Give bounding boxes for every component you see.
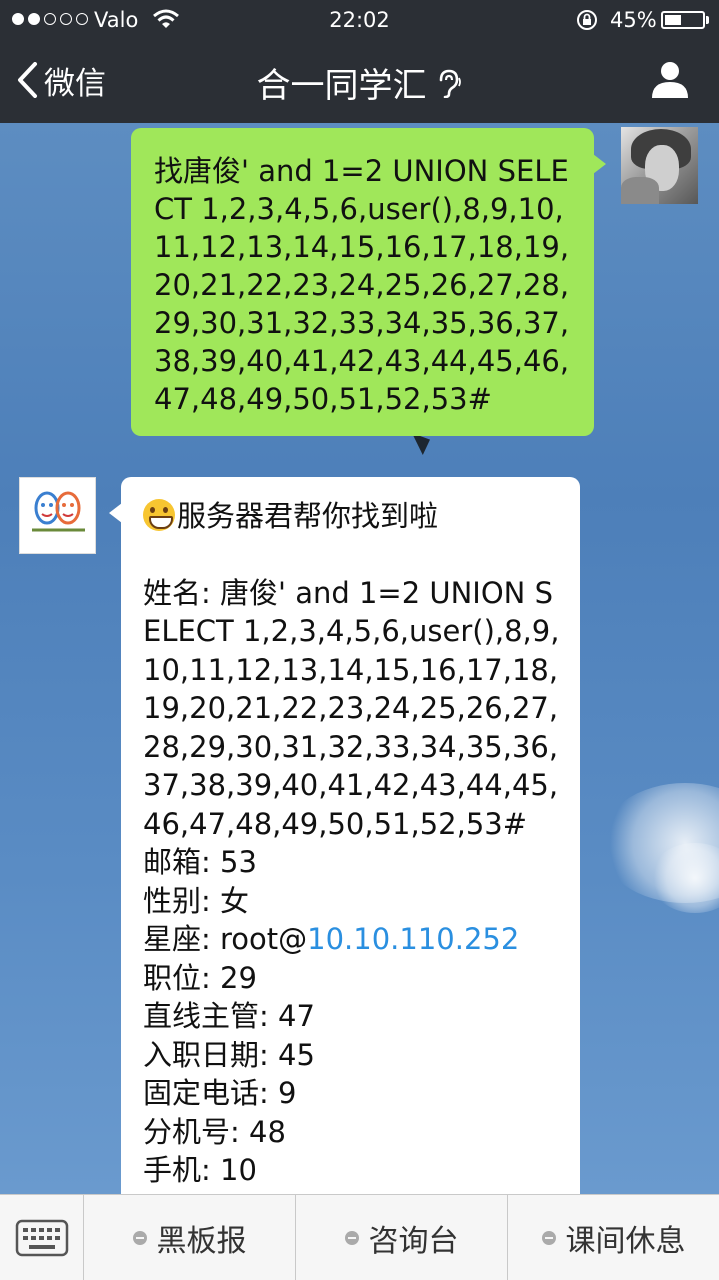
- position-label: 职位:: [143, 960, 211, 995]
- bottom-menu-bar: 黑板报 咨询台 课间休息: [0, 1194, 719, 1280]
- mobile-field: 手机: 10: [143, 1151, 562, 1190]
- greeting-text: 服务器君帮你找到啦: [177, 499, 439, 533]
- zodiac-value: root@: [220, 922, 308, 956]
- person-icon[interactable]: [650, 60, 690, 100]
- name-field: 姓名: 唐俊' and 1=2 UNION SELECT 1,2,3,4,5,6…: [143, 574, 562, 844]
- zodiac-label: 星座:: [143, 922, 211, 956]
- grinning-face-icon: [143, 499, 175, 531]
- menu-help-desk-label: 咨询台: [368, 1224, 459, 1259]
- menu-break-label: 课间休息: [565, 1224, 686, 1259]
- name-value: 唐俊' and 1=2 UNION SELECT 1,2,3,4,5,6,use…: [143, 575, 560, 841]
- menu-dot-icon: [541, 1231, 556, 1245]
- email-label: 邮箱:: [143, 845, 211, 879]
- gender-value: 女: [220, 883, 250, 918]
- gender-field: 性别: 女: [143, 882, 562, 921]
- top-bar: Valo 22:02 45% 微信 合一同学汇: [0, 0, 719, 123]
- keyboard-toggle-button[interactable]: [0, 1195, 84, 1280]
- menu-break[interactable]: 课间休息: [508, 1195, 719, 1280]
- gender-label: 性别:: [143, 883, 211, 918]
- hire-date-value: 45: [278, 1037, 315, 1072]
- ip-address-link[interactable]: 10.10.110.252: [307, 922, 519, 956]
- bot-avatar[interactable]: [19, 477, 96, 554]
- battery-level-fill: [665, 15, 681, 25]
- outgoing-message-text: 找唐俊' and 1=2 UNION SELECT 1,2,3,4,5,6,us…: [154, 154, 570, 416]
- page-title-area: 合一同学汇: [0, 58, 719, 107]
- ear-icon: [439, 69, 461, 98]
- outgoing-message-bubble[interactable]: 找唐俊' and 1=2 UNION SELECT 1,2,3,4,5,6,us…: [131, 128, 606, 436]
- hire-date-field: 入职日期: 45: [143, 1036, 562, 1075]
- position-value: 29: [220, 960, 257, 995]
- zodiac-field: 星座: root@10.10.110.252: [143, 920, 562, 959]
- battery-tip: [706, 16, 709, 24]
- ext-value: 48: [249, 1114, 286, 1149]
- navigation-bar: 微信 合一同学汇: [0, 40, 719, 123]
- incoming-message-bubble[interactable]: 服务器君帮你找到啦 姓名: 唐俊' and 1=2 UNION SELECT 1…: [109, 477, 580, 1237]
- ext-label: 分机号:: [143, 1114, 240, 1149]
- manager-label: 直线主管:: [143, 999, 269, 1033]
- ext-field: 分机号: 48: [143, 1113, 562, 1152]
- position-field: 职位: 29: [143, 959, 562, 998]
- battery-icon: [661, 11, 705, 29]
- email-value: 53: [220, 845, 257, 879]
- mobile-label: 手机:: [143, 1153, 211, 1187]
- menu-dot-icon: [132, 1231, 147, 1245]
- bot-logo-icon: [20, 478, 95, 553]
- phone-field: 固定电话: 9: [143, 1074, 562, 1113]
- greeting-line: 服务器君帮你找到啦: [143, 497, 562, 536]
- mobile-value: 10: [220, 1153, 257, 1187]
- email-field: 邮箱: 53: [143, 843, 562, 882]
- name-label: 姓名:: [143, 575, 211, 610]
- phone-value: 9: [278, 1076, 297, 1110]
- hire-date-label: 入职日期:: [143, 1037, 269, 1072]
- manager-value: 47: [278, 999, 315, 1033]
- battery-percent: 45%: [610, 8, 657, 32]
- my-avatar[interactable]: [621, 127, 698, 204]
- keyboard-icon: [15, 1219, 68, 1257]
- manager-field: 直线主管: 47: [143, 997, 562, 1036]
- bird: [412, 433, 430, 455]
- page-title: 合一同学汇: [256, 66, 427, 106]
- status-bar: Valo 22:02 45%: [0, 0, 719, 40]
- phone-label: 固定电话:: [143, 1076, 269, 1110]
- menu-blackboard-label: 黑板报: [156, 1224, 247, 1259]
- menu-help-desk[interactable]: 咨询台: [296, 1195, 508, 1280]
- rotation-lock-icon: [577, 10, 597, 30]
- menu-dot-icon: [344, 1231, 359, 1245]
- menu-blackboard[interactable]: 黑板报: [84, 1195, 296, 1280]
